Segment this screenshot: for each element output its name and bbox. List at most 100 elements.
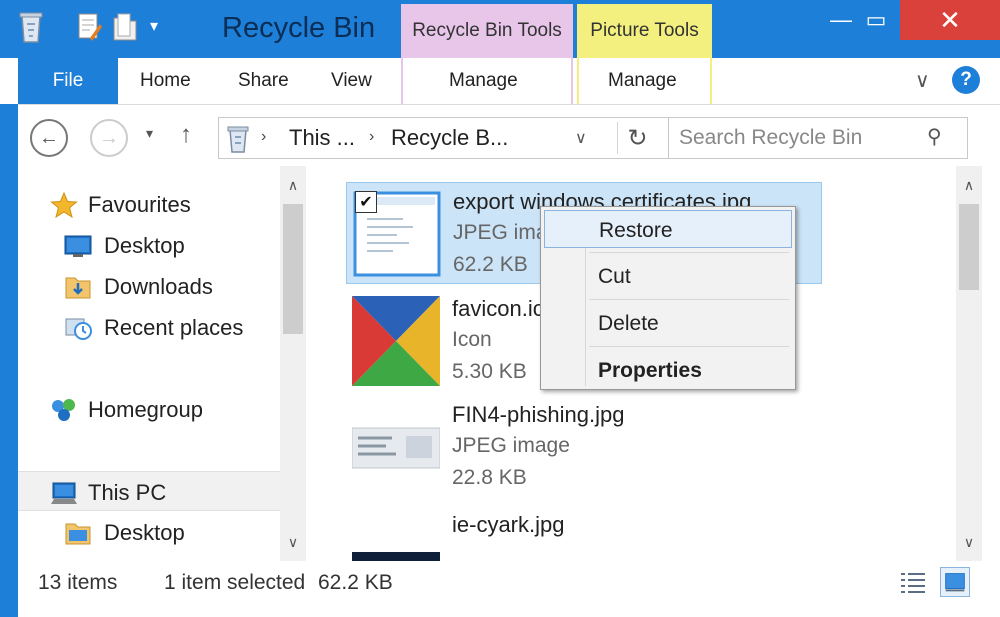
ribbon-tab-bar: File Home Share View Manage Manage ∨ ? — [0, 58, 1000, 104]
refresh-button[interactable]: ↻ — [617, 122, 657, 154]
search-input[interactable] — [679, 124, 919, 152]
file-size: 5.30 KB — [452, 360, 527, 383]
back-button[interactable]: ← — [30, 119, 68, 157]
file-thumbnail — [352, 427, 440, 469]
nav-item-favourites[interactable]: Favourites — [18, 184, 280, 224]
address-bar[interactable]: › This ... › Recycle B... ∨ ↻ — [218, 117, 672, 159]
menu-item-cut[interactable]: Cut — [544, 257, 792, 295]
navigation-bar: ← → ▾ ↑ › This ... › Recycle B... ∨ ↻ ⚲ — [18, 104, 1000, 166]
nav-item-this-pc[interactable]: This PC — [18, 471, 280, 511]
file-item[interactable]: FIN4-phishing.jpg JPEG image 22.8 KB — [346, 396, 822, 498]
file-name: FIN4-phishing.jpg — [452, 402, 625, 427]
close-button[interactable]: ✕ — [900, 0, 1000, 40]
nav-label: Recent places — [104, 315, 244, 340]
refresh-icon: ↻ — [627, 124, 648, 152]
minimize-icon: — — [830, 7, 852, 32]
navigation-pane: Favourites Desktop Downloads Recent plac… — [18, 166, 280, 561]
tab-share[interactable]: Share — [238, 70, 289, 92]
address-dropdown-chevron-icon[interactable]: ∨ — [575, 128, 587, 148]
scroll-up-arrow-icon[interactable]: ∧ — [956, 170, 982, 200]
customize-toolbar-chevron-icon[interactable]: ▾ — [150, 16, 176, 50]
tab-home[interactable]: Home — [140, 70, 191, 92]
tab-manage-picture[interactable]: Manage — [577, 58, 712, 104]
recycle-bin-tools-label: Recycle Bin Tools — [401, 4, 573, 60]
file-list-scrollbar[interactable]: ∧ ∨ — [956, 166, 982, 561]
file-thumbnail — [352, 552, 440, 561]
file-name: ie-cyark.jpg — [452, 512, 565, 537]
selection-checkbox[interactable]: ✔ — [355, 191, 377, 213]
menu-item-restore[interactable]: Restore — [544, 210, 792, 248]
recycle-bin-icon — [227, 126, 249, 153]
nav-label: Desktop — [104, 233, 185, 258]
picture-tools-label: Picture Tools — [577, 4, 712, 60]
maximize-button[interactable]: ▭ — [855, 0, 897, 40]
file-thumbnail — [352, 296, 440, 386]
properties-icon[interactable] — [76, 10, 102, 44]
menu-separator — [589, 299, 789, 300]
title-bar: ▾ Recycle Bin Recycle Bin Tools Picture … — [0, 0, 1000, 60]
nav-pane-scroll-thumb[interactable] — [283, 204, 303, 334]
forward-button[interactable]: → — [90, 119, 128, 157]
nav-pane-scrollbar[interactable]: ∧ ∨ — [280, 166, 306, 561]
selection-count: 1 item selected — [164, 571, 306, 594]
file-type: Icon — [452, 328, 492, 351]
nav-item-desktop[interactable]: Desktop — [18, 225, 280, 265]
checkmark-icon: ✔ — [359, 194, 373, 211]
help-button[interactable]: ? — [952, 66, 980, 94]
large-icons-view-icon[interactable] — [940, 567, 970, 597]
menu-separator — [589, 252, 789, 253]
search-box[interactable]: ⚲ — [668, 117, 968, 159]
menu-label: Delete — [598, 312, 659, 335]
chevron-right-icon[interactable]: › — [369, 128, 374, 146]
file-item[interactable]: ie-cyark.jpg — [346, 506, 822, 561]
file-size: 62.2 KB — [453, 253, 528, 276]
menu-separator — [589, 346, 789, 347]
maximize-icon: ▭ — [865, 7, 887, 32]
downloads-icon — [65, 277, 91, 299]
item-count: 13 items — [38, 571, 118, 594]
status-bar: 13 items 1 item selected 62.2 KB — [18, 561, 1000, 617]
new-folder-icon[interactable] — [112, 10, 138, 44]
desktop-icon — [64, 235, 92, 257]
menu-label: Properties — [598, 359, 702, 382]
nav-item-homegroup[interactable]: Homegroup — [18, 389, 280, 429]
close-icon: ✕ — [939, 4, 961, 35]
nav-label: Homegroup — [88, 397, 203, 422]
recent-locations-chevron-icon[interactable]: ▾ — [146, 125, 153, 142]
tab-file[interactable]: File — [18, 58, 118, 104]
breadcrumb-recycle-bin[interactable]: Recycle B... — [391, 125, 508, 151]
expand-ribbon-chevron-icon[interactable]: ∨ — [915, 68, 930, 93]
up-arrow-icon[interactable]: ↑ — [180, 121, 192, 149]
arrow-right-icon: → — [99, 126, 119, 149]
details-view-icon[interactable] — [898, 569, 928, 597]
window-title: Recycle Bin — [222, 12, 376, 44]
tab-manage-recycle-bin-label: Manage — [449, 70, 518, 91]
tab-view[interactable]: View — [331, 70, 372, 92]
search-icon[interactable]: ⚲ — [927, 124, 942, 149]
recycle-bin-icon[interactable] — [18, 10, 44, 44]
nav-label: Desktop — [104, 520, 185, 545]
tab-manage-picture-label: Manage — [608, 70, 677, 91]
menu-item-delete[interactable]: Delete — [544, 304, 792, 342]
context-menu: Restore Cut Delete Properties — [540, 206, 796, 390]
nav-item-recent-places[interactable]: Recent places — [18, 307, 280, 347]
tab-manage-recycle-bin[interactable]: Manage — [401, 58, 573, 104]
scroll-down-arrow-icon[interactable]: ∨ — [956, 527, 982, 557]
nav-item-pc-desktop[interactable]: Desktop — [18, 512, 280, 552]
scroll-up-arrow-icon[interactable]: ∧ — [280, 170, 306, 200]
file-size: 22.8 KB — [452, 466, 527, 489]
breadcrumb-this-pc[interactable]: This ... — [289, 125, 355, 151]
content-area: Favourites Desktop Downloads Recent plac… — [18, 166, 1000, 561]
recent-places-icon — [65, 318, 92, 340]
menu-item-properties[interactable]: Properties — [544, 351, 792, 389]
file-list-scroll-thumb[interactable] — [959, 204, 979, 290]
star-icon — [50, 192, 78, 218]
selection-size: 62.2 KB — [318, 571, 393, 594]
homegroup-icon — [52, 399, 75, 421]
menu-label: Cut — [598, 265, 631, 288]
folder-icon — [65, 523, 91, 545]
nav-item-downloads[interactable]: Downloads — [18, 266, 280, 306]
scroll-down-arrow-icon[interactable]: ∨ — [280, 527, 306, 557]
chevron-right-icon[interactable]: › — [261, 128, 266, 146]
nav-label: This PC — [88, 480, 167, 505]
